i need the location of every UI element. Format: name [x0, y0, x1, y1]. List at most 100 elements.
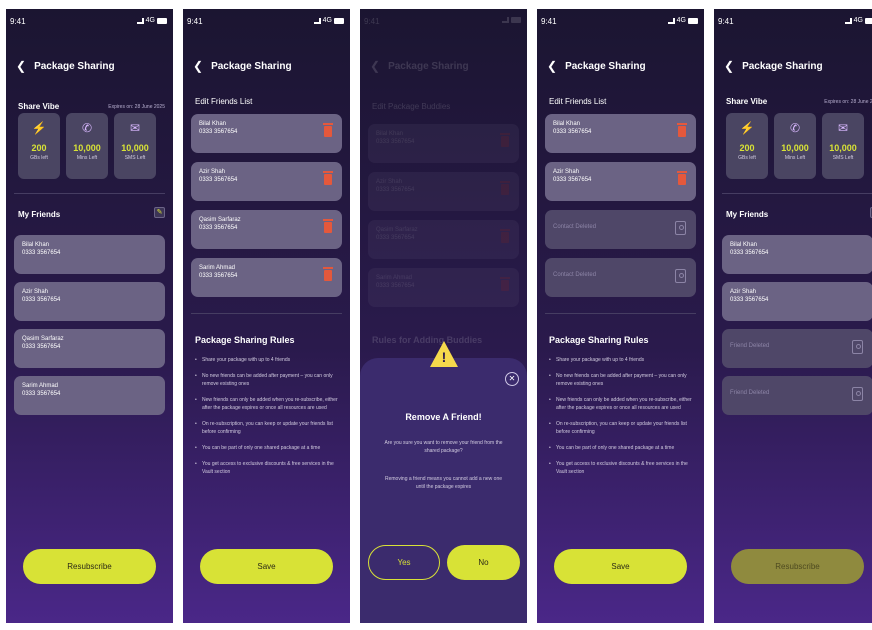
- battery-icon: [157, 17, 167, 24]
- friend-card[interactable]: Bilal Khan 0333 3567654: [722, 235, 872, 274]
- rule-item: No new friends can be added after paymen…: [195, 372, 343, 388]
- friend-name: Sarim Ahmad: [199, 265, 236, 271]
- signal-icon: 4G: [667, 17, 698, 24]
- screen-edit-friends-deleted: 9:41 4G ❮ Package Sharing Edit Friends L…: [537, 9, 704, 623]
- friend-number: 0333 3567654: [22, 297, 61, 303]
- rules-list: Share your package with up to 4 friends …: [195, 356, 343, 484]
- share-title: Share Vibe: [726, 97, 768, 106]
- page-title: Package Sharing: [742, 60, 823, 72]
- friend-number: 0333 3567654: [730, 297, 769, 303]
- tile-data: ⚡ 200 GBs left: [18, 113, 60, 179]
- rule-item: Share your package with up to 4 friends: [195, 356, 343, 364]
- status-time: 9:41: [187, 17, 203, 26]
- friend-number: 0333 3567654: [376, 139, 415, 145]
- friend-name: Azir Shah: [553, 169, 580, 175]
- divider: [722, 193, 872, 194]
- friend-number: 0333 3567654: [22, 250, 61, 256]
- tile-label: GBs left: [30, 155, 48, 161]
- deleted-friend-slot: Friend Deleted: [722, 329, 872, 368]
- friend-card[interactable]: Sarim Ahmad 0333 3567654: [14, 376, 165, 415]
- no-button[interactable]: No: [447, 545, 520, 580]
- friend-card[interactable]: Azir Shah 0333 3567654: [722, 282, 872, 321]
- friend-card[interactable]: Qasim Sarfaraz 0333 3567654: [14, 329, 165, 368]
- friend-name: Bilal Khan: [376, 131, 404, 137]
- friend-name: Azir Shah: [22, 289, 49, 295]
- trash-icon[interactable]: [677, 123, 687, 137]
- friend-card[interactable]: Bilal Khan 0333 3567654: [14, 235, 165, 274]
- tile-value: 10,000: [781, 143, 809, 153]
- page-title: Package Sharing: [388, 60, 469, 72]
- status-bar: 9:41 4G: [6, 17, 173, 29]
- trash-icon[interactable]: [323, 171, 333, 185]
- tile-sms: ✉ 10,000 SMS Left: [822, 113, 864, 179]
- resubscribe-button[interactable]: Resubscribe: [23, 549, 156, 584]
- sms-icon: ✉: [129, 121, 141, 135]
- dialog-text: Are you sure you want to remove your fri…: [384, 440, 503, 454]
- screen-edit-friends: 9:41 4G ❮ Package Sharing Edit Friends L…: [183, 9, 350, 623]
- friends-title: My Friends: [726, 210, 769, 219]
- friend-name: Azir Shah: [199, 169, 226, 175]
- signal-icon: 4G: [136, 17, 167, 24]
- battery-icon: [511, 17, 521, 23]
- signal-icon: [502, 17, 521, 23]
- friend-name: Azir Shah: [376, 179, 403, 185]
- rule-item: On re-subscription, you can keep or upda…: [549, 420, 697, 436]
- rules-title: Package Sharing Rules: [549, 335, 649, 345]
- contact-book-icon[interactable]: [675, 269, 686, 283]
- trash-icon[interactable]: [677, 171, 687, 185]
- rule-item: You can be part of only one shared packa…: [549, 444, 697, 452]
- yes-button[interactable]: Yes: [368, 545, 440, 580]
- data-icon: ⚡: [31, 121, 47, 135]
- trash-icon: [500, 133, 510, 147]
- rule-item: Share your package with up to 4 friends: [549, 356, 697, 364]
- friend-name: Bilal Khan: [22, 242, 50, 248]
- edit-title: Edit Friends List: [549, 97, 607, 106]
- back-icon[interactable]: ❮: [724, 59, 734, 73]
- back-icon[interactable]: ❮: [193, 59, 203, 73]
- friend-number: 0333 3567654: [730, 250, 769, 256]
- rule-item: No new friends can be added after paymen…: [549, 372, 697, 388]
- rule-item: You get access to exclusive discounts & …: [549, 460, 697, 476]
- dialog-text: Removing a friend means you cannot add a…: [384, 476, 503, 490]
- friend-card: Bilal Khan 0333 3567654: [191, 114, 342, 153]
- tile-value: 10,000: [829, 143, 857, 153]
- contact-book-icon[interactable]: [675, 221, 686, 235]
- screen-package-sharing-deleted: 9:41 4G ❮ Package Sharing Share Vibe Exp…: [714, 9, 872, 623]
- back-icon[interactable]: ❮: [547, 59, 557, 73]
- tile-label: Mins Left: [784, 155, 806, 161]
- back-icon[interactable]: ❮: [16, 59, 26, 73]
- warning-mark: !: [441, 349, 447, 365]
- data-icon: ⚡: [739, 121, 755, 135]
- save-button[interactable]: Save: [200, 549, 333, 584]
- trash-icon[interactable]: [323, 267, 333, 281]
- edit-pencil-icon[interactable]: ✎: [154, 207, 165, 218]
- rules-title: Rules for Adding Buddies: [372, 335, 483, 345]
- contact-book-icon[interactable]: [852, 387, 863, 401]
- close-icon[interactable]: ✕: [505, 372, 519, 386]
- friend-number: 0333 3567654: [553, 129, 592, 135]
- tile-sms: ✉ 10,000 SMS Left: [114, 113, 156, 179]
- trash-icon: [500, 277, 510, 291]
- friend-number: 0333 3567654: [199, 177, 238, 183]
- friend-name: Bilal Khan: [730, 242, 758, 248]
- page-title: Package Sharing: [565, 60, 646, 72]
- friend-card[interactable]: Azir Shah 0333 3567654: [14, 282, 165, 321]
- friend-number: 0333 3567654: [199, 273, 238, 279]
- save-button[interactable]: Save: [554, 549, 687, 584]
- divider: [191, 313, 342, 314]
- resubscribe-button[interactable]: Resubscribe: [731, 549, 864, 584]
- rules-title: Package Sharing Rules: [195, 335, 295, 345]
- contact-book-icon[interactable]: [852, 340, 863, 354]
- trash-icon[interactable]: [323, 123, 333, 137]
- rule-item: On re-subscription, you can keep or upda…: [195, 420, 343, 436]
- edit-title: Edit Package Buddies: [372, 102, 451, 111]
- friend-card: Bilal Khan 0333 3567654: [545, 114, 696, 153]
- trash-icon[interactable]: [323, 219, 333, 233]
- contact-deleted-label: Contact Deleted: [553, 272, 597, 278]
- deleted-contact-slot: Contact Deleted: [545, 210, 696, 249]
- friend-number: 0333 3567654: [22, 344, 61, 350]
- status-bar: 9:41 4G: [537, 17, 704, 29]
- status-time: 9:41: [364, 17, 380, 26]
- tile-label: GBs left: [738, 155, 756, 161]
- status-bar: 9:41 4G: [714, 17, 872, 29]
